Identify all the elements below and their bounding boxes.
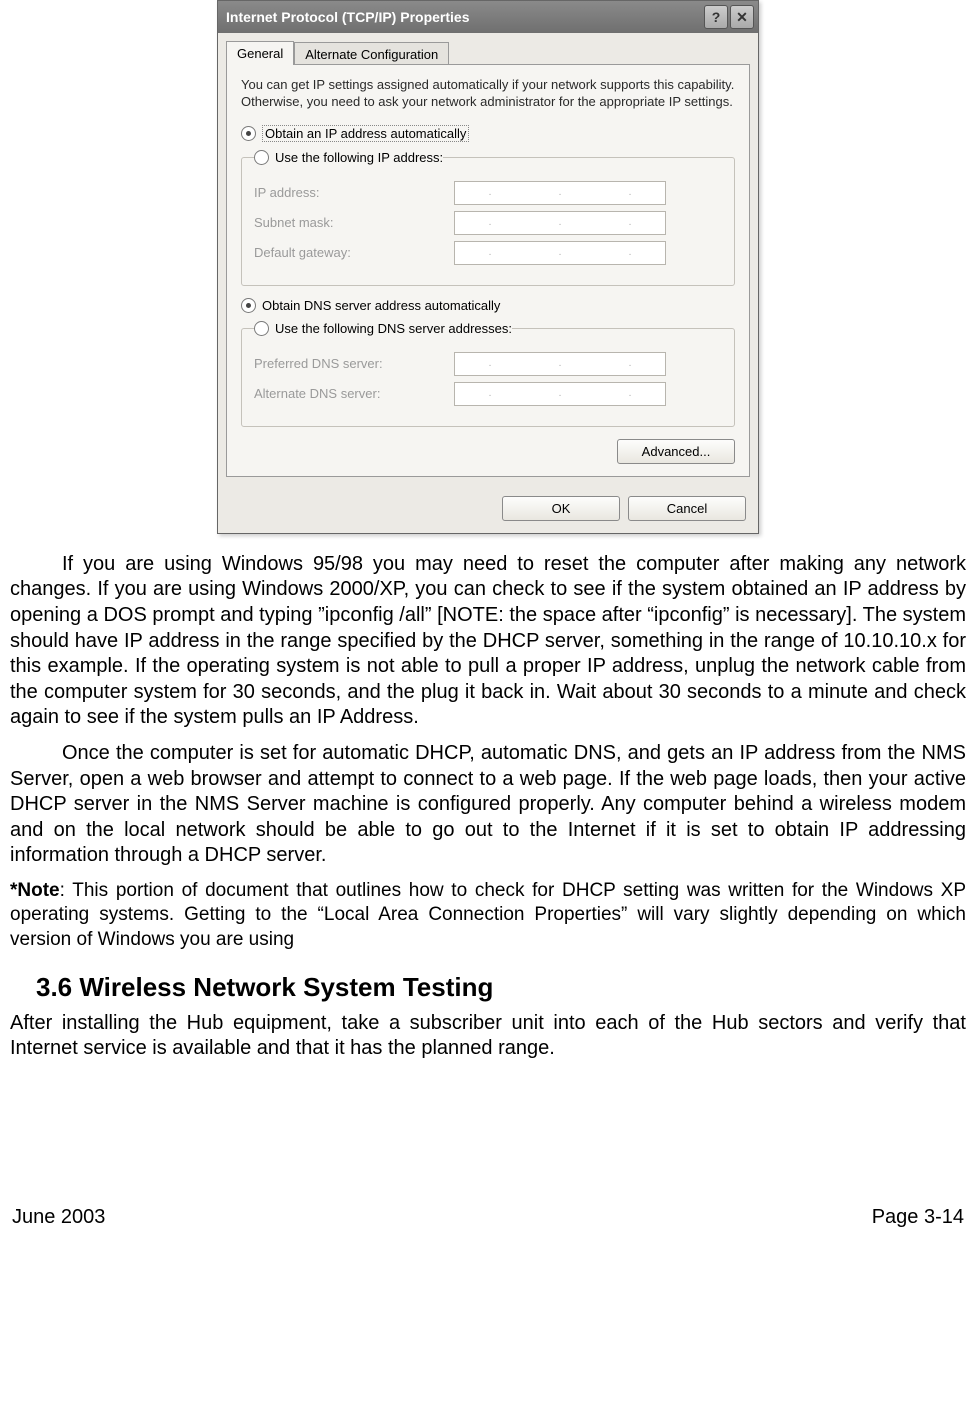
advanced-button[interactable]: Advanced...: [617, 439, 735, 464]
alternate-dns-input[interactable]: ...: [454, 382, 666, 406]
subnet-mask-input[interactable]: ...: [454, 211, 666, 235]
tab-alternate[interactable]: Alternate Configuration: [294, 42, 449, 66]
preferred-dns-label: Preferred DNS server:: [254, 356, 454, 371]
tab-panel-general: You can get IP settings assigned automat…: [226, 64, 750, 477]
default-gateway-label: Default gateway:: [254, 245, 454, 260]
paragraph-2: Once the computer is set for automatic D…: [10, 741, 966, 869]
radio-icon: [241, 126, 256, 141]
footer-page: Page 3-14: [872, 1206, 964, 1229]
note-label: *Note: [10, 880, 60, 901]
radio-obtain-ip-auto[interactable]: Obtain an IP address automatically: [241, 125, 735, 142]
default-gateway-input[interactable]: ...: [454, 241, 666, 265]
radio-label: Use the following DNS server addresses:: [275, 321, 512, 336]
radio-obtain-dns-auto[interactable]: Obtain DNS server address automatically: [241, 298, 735, 313]
ip-address-input[interactable]: ...: [454, 181, 666, 205]
dialog-button-row: OK Cancel: [218, 486, 758, 533]
cancel-button[interactable]: Cancel: [628, 496, 746, 521]
dns-group: Use the following DNS server addresses: …: [241, 321, 735, 427]
paragraph-3: After installing the Hub equipment, take…: [10, 1011, 966, 1062]
tab-general[interactable]: General: [226, 41, 294, 65]
page-footer: June 2003 Page 3-14: [10, 1202, 966, 1241]
close-icon[interactable]: ✕: [730, 5, 754, 29]
dialog-titlebar[interactable]: Internet Protocol (TCP/IP) Properties ? …: [218, 1, 758, 33]
section-heading-3-6: 3.6 Wireless Network System Testing: [36, 972, 966, 1003]
radio-label: Obtain DNS server address automatically: [262, 298, 500, 313]
radio-label: Obtain an IP address automatically: [262, 125, 469, 142]
tab-strip: General Alternate Configuration: [218, 33, 758, 65]
footer-date: June 2003: [12, 1206, 105, 1229]
paragraph-1: If you are using Windows 95/98 you may n…: [10, 552, 966, 731]
radio-label: Use the following IP address:: [275, 150, 443, 165]
note-body: : This portion of document that outlines…: [10, 880, 966, 950]
note-paragraph: *Note: This portion of document that out…: [10, 879, 966, 952]
dialog-description: You can get IP settings assigned automat…: [241, 77, 735, 111]
ok-button[interactable]: OK: [502, 496, 620, 521]
alternate-dns-label: Alternate DNS server:: [254, 386, 454, 401]
subnet-mask-label: Subnet mask:: [254, 215, 454, 230]
radio-icon: [254, 321, 269, 336]
ip-address-label: IP address:: [254, 185, 454, 200]
radio-use-ip[interactable]: Use the following IP address:: [254, 150, 443, 165]
tcpip-properties-dialog: Internet Protocol (TCP/IP) Properties ? …: [217, 0, 759, 534]
help-icon[interactable]: ?: [704, 5, 728, 29]
radio-use-dns[interactable]: Use the following DNS server addresses:: [254, 321, 512, 336]
radio-icon: [254, 150, 269, 165]
dialog-title: Internet Protocol (TCP/IP) Properties: [226, 9, 702, 25]
ip-group: Use the following IP address: IP address…: [241, 150, 735, 286]
preferred-dns-input[interactable]: ...: [454, 352, 666, 376]
radio-icon: [241, 298, 256, 313]
